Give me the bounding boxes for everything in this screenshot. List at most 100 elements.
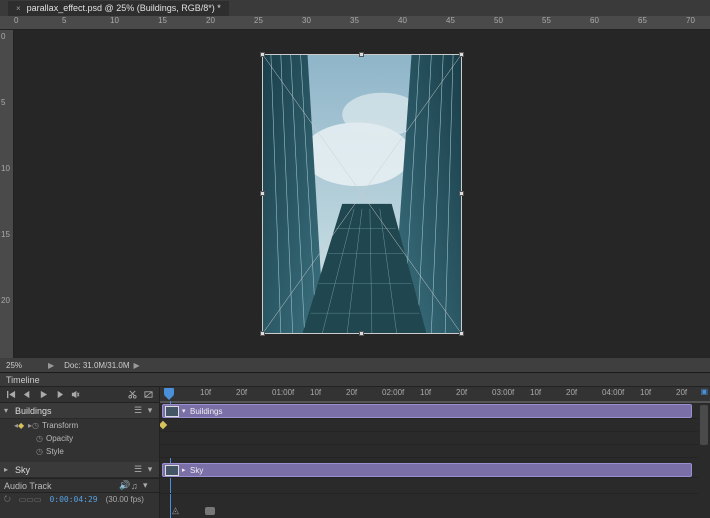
scrollbar-vertical[interactable] <box>698 403 710 504</box>
close-tab-icon[interactable]: × <box>16 4 21 13</box>
ruler-mark: 20f <box>676 388 687 397</box>
frame-rate[interactable]: (30.00 fps) <box>106 495 144 504</box>
ruler-mark: 20f <box>566 388 577 397</box>
layer-name: Buildings <box>12 406 133 416</box>
clip-sky[interactable]: ▸ Sky <box>162 463 692 477</box>
work-area-end[interactable]: ▣ <box>700 387 708 396</box>
keyframe-diamond-icon[interactable]: ◆ <box>18 421 28 430</box>
go-to-first-frame-button[interactable] <box>6 390 16 400</box>
ruler-tick: 25 <box>254 16 263 25</box>
audio-track-row[interactable]: Audio Track 🔊 ♫ ▾ <box>0 478 159 492</box>
property-row-transform[interactable]: ◂ ◆ ▸ ◷ Transform <box>0 419 159 432</box>
transform-handle[interactable] <box>260 191 265 196</box>
image-transform-box[interactable] <box>262 54 462 334</box>
property-label: Opacity <box>46 434 73 443</box>
status-bar: 25% ▶ Doc: 31.0M/31.0M ▶ <box>0 358 710 372</box>
chevron-right-icon[interactable]: ▸ <box>4 465 12 474</box>
clip-buildings[interactable]: ▾ Buildings <box>162 404 692 418</box>
frame-animation-icon[interactable]: ▭▭▭ <box>19 495 42 504</box>
timeline-zoom-slider[interactable]: ◬ <box>170 505 215 516</box>
ruler-tick: 30 <box>302 16 311 25</box>
ruler-tick: 45 <box>446 16 455 25</box>
canvas[interactable] <box>14 30 710 358</box>
transform-handle[interactable] <box>359 331 364 336</box>
playhead[interactable] <box>162 387 176 401</box>
split-clip-button[interactable] <box>127 390 137 400</box>
ruler-mark: 10f <box>640 388 651 397</box>
timeline-track-area[interactable]: 00 10f 20f 01:00f 10f 20f 02:00f 10f 20f… <box>160 387 710 518</box>
timeline-ruler[interactable]: 00 10f 20f 01:00f 10f 20f 02:00f 10f 20f… <box>160 387 710 403</box>
track-row-style <box>160 445 710 458</box>
ruler-tick: 35 <box>350 16 359 25</box>
zoom-level[interactable]: 25% <box>6 361 44 370</box>
property-label: Transform <box>42 421 78 430</box>
property-row-opacity[interactable]: ◷ Opacity <box>0 432 159 445</box>
ruler-tick: 55 <box>542 16 551 25</box>
play-button[interactable] <box>38 390 48 400</box>
canvas-image <box>263 55 461 333</box>
transform-handle[interactable] <box>459 191 464 196</box>
transform-handle[interactable] <box>459 52 464 57</box>
ruler-tick: 0 <box>14 16 18 25</box>
layer-name: Sky <box>12 465 133 475</box>
ruler-mark: 20f <box>346 388 357 397</box>
ruler-mark: 01:00f <box>272 388 294 397</box>
layer-row-buildings[interactable]: ▾ Buildings ☰ ▾ <box>0 403 159 419</box>
stopwatch-icon[interactable]: ◷ <box>36 434 46 443</box>
transition-button[interactable] <box>143 390 153 400</box>
stopwatch-icon[interactable]: ◷ <box>36 447 46 456</box>
ruler-tick: 70 <box>686 16 695 25</box>
document-tab[interactable]: × parallax_effect.psd @ 25% (Buildings, … <box>8 1 229 16</box>
current-time[interactable]: 0:00:04:29 <box>49 495 97 504</box>
property-row-style[interactable]: ◷ Style <box>0 445 159 458</box>
next-frame-button[interactable] <box>54 390 64 400</box>
ruler-mark: 20f <box>456 388 467 397</box>
clip-label: Buildings <box>190 407 222 416</box>
clip-thumbnail <box>165 465 179 476</box>
zoom-out-icon[interactable]: ◬ <box>172 505 179 516</box>
chevron-right-icon[interactable]: ▶ <box>134 361 140 370</box>
layer-options-icon[interactable]: ☰ <box>133 405 143 416</box>
scrollbar-thumb[interactable] <box>700 405 708 445</box>
slider-thumb[interactable] <box>205 507 215 515</box>
transform-handle[interactable] <box>459 331 464 336</box>
track-row: ▸ Sky + <box>160 462 710 478</box>
layer-options-icon[interactable]: ☰ <box>133 464 143 475</box>
transform-handle[interactable] <box>359 52 364 57</box>
ruler-mark: 10f <box>420 388 431 397</box>
layer-row-sky[interactable]: ▸ Sky ☰ ▾ <box>0 462 159 478</box>
transform-handle[interactable] <box>260 52 265 57</box>
ruler-mark: 03:00f <box>492 388 514 397</box>
chevron-right-icon[interactable]: ▶ <box>48 361 54 370</box>
track-row: ▾ Buildings + <box>160 403 710 419</box>
ruler-tick: 60 <box>590 16 599 25</box>
keyframe-marker[interactable] <box>160 421 167 429</box>
ruler-tick: 5 <box>62 16 66 25</box>
ruler-tick: 20 <box>206 16 215 25</box>
track-row-transform <box>160 419 710 432</box>
chevron-down-icon[interactable]: ▾ <box>182 407 190 415</box>
music-note-icon[interactable]: ♫ <box>131 481 143 491</box>
ruler-mark: 20f <box>236 388 247 397</box>
timeline-footer: ⭮ ▭▭▭ 0:00:04:29 (30.00 fps) <box>0 492 159 506</box>
ruler-vertical[interactable]: 0 5 10 15 20 <box>0 30 14 358</box>
transform-handle[interactable] <box>260 331 265 336</box>
property-label: Style <box>46 447 64 456</box>
chevron-right-icon[interactable]: ▸ <box>182 466 190 474</box>
track-row-audio: + <box>160 478 710 494</box>
ruler-horizontal[interactable]: 0 5 10 15 20 25 30 35 40 45 50 55 60 65 … <box>0 16 710 30</box>
ruler-mark: 10f <box>530 388 541 397</box>
layer-menu-icon[interactable]: ▾ <box>145 464 155 475</box>
chevron-down-icon[interactable]: ▾ <box>4 406 12 415</box>
ruler-tick: 65 <box>638 16 647 25</box>
chevron-down-icon[interactable]: ▾ <box>143 480 155 491</box>
stopwatch-icon[interactable]: ◷ <box>32 421 42 430</box>
speaker-icon[interactable]: 🔊 <box>119 480 131 491</box>
layer-menu-icon[interactable]: ▾ <box>145 405 155 416</box>
loop-icon[interactable]: ⭮ <box>4 493 11 507</box>
timeline-playback-controls <box>0 387 159 403</box>
mute-audio-button[interactable] <box>70 390 80 400</box>
prev-frame-button[interactable] <box>22 390 32 400</box>
timeline-tab[interactable]: Timeline <box>0 373 710 387</box>
ruler-mark: 02:00f <box>382 388 404 397</box>
